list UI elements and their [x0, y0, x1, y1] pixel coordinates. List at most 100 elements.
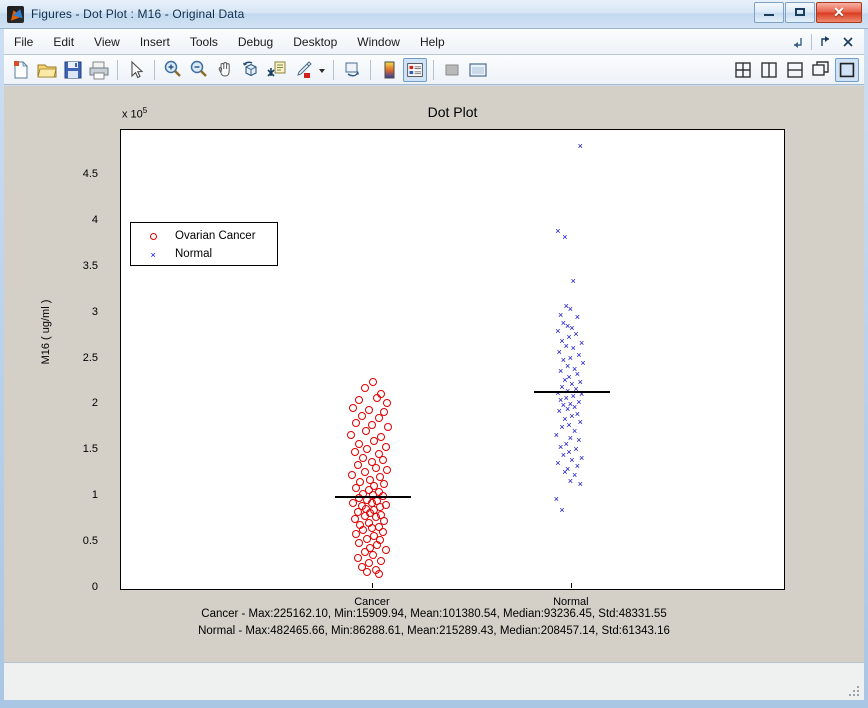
- y-axis-exponent-power: 5: [142, 106, 148, 115]
- save-figure-icon[interactable]: [61, 58, 85, 82]
- float-window-icon[interactable]: [809, 58, 833, 82]
- data-point: [347, 471, 356, 480]
- data-point: ×: [577, 479, 583, 490]
- data-point: [374, 570, 383, 579]
- toolbar-divider: [333, 59, 334, 80]
- zoom-out-icon[interactable]: [187, 58, 211, 82]
- y-tick-label: 4: [91, 213, 98, 226]
- y-tick-label: 3.5: [82, 259, 98, 272]
- legend-x-marker-icon: ×: [150, 250, 156, 260]
- link-plot-icon[interactable]: [340, 58, 364, 82]
- rotate-3d-icon[interactable]: [239, 58, 263, 82]
- median-line: [334, 495, 411, 498]
- menu-help[interactable]: Help: [411, 31, 454, 53]
- menu-file[interactable]: File: [5, 31, 42, 53]
- menu-edit[interactable]: Edit: [44, 31, 83, 53]
- data-point: [349, 498, 358, 507]
- toolbar-divider: [154, 59, 155, 80]
- data-point: [368, 378, 377, 387]
- menu-right-controls: [789, 33, 864, 50]
- print-figure-icon[interactable]: [87, 58, 111, 82]
- maximize-document-icon[interactable]: [835, 57, 859, 82]
- data-point: ×: [577, 141, 583, 152]
- stats-line-cancer: Cancer - Max:225162.10, Min:15909.94, Me…: [201, 608, 667, 620]
- y-axis-label: M16 ( ug/ml ): [40, 299, 52, 365]
- minimize-button[interactable]: [754, 2, 784, 23]
- data-point: [371, 513, 380, 522]
- dock-arrow-icon[interactable]: [789, 34, 805, 50]
- data-point: [352, 529, 361, 538]
- tile-vertical-icon[interactable]: [757, 58, 781, 82]
- y-tick-label: 1.5: [82, 443, 98, 456]
- data-point: [363, 534, 372, 543]
- toolbar-divider: [117, 59, 118, 80]
- close-icon[interactable]: [840, 34, 856, 50]
- median-line: [533, 391, 610, 393]
- figure-window: Figures - Dot Plot : M16 - Original Data…: [0, 0, 868, 708]
- data-point: [377, 432, 386, 441]
- data-point: ×: [570, 276, 576, 287]
- menu-window[interactable]: Window: [348, 31, 409, 53]
- resize-grip-icon[interactable]: [849, 686, 859, 696]
- minimize-icon: [764, 14, 774, 16]
- brush-icon[interactable]: [291, 58, 315, 82]
- tile-horizontal-icon[interactable]: [783, 58, 807, 82]
- data-point: [381, 442, 390, 451]
- open-file-icon[interactable]: [35, 58, 59, 82]
- data-point: [349, 404, 358, 413]
- close-button[interactable]: ✕: [816, 2, 862, 23]
- data-point: [352, 418, 361, 427]
- data-point: [361, 427, 370, 436]
- pan-hand-icon[interactable]: [213, 58, 237, 82]
- maximize-icon: [795, 8, 805, 16]
- data-point: [353, 461, 362, 470]
- data-point: [384, 423, 393, 432]
- menu-insert[interactable]: Insert: [131, 31, 179, 53]
- legend-item-normal: × Normal: [131, 245, 277, 263]
- data-point: ×: [553, 494, 560, 505]
- data-point: ×: [555, 458, 561, 469]
- tile-four-icon[interactable]: [731, 58, 755, 82]
- data-point: ×: [562, 232, 568, 243]
- status-bar: [4, 662, 864, 700]
- data-point: [373, 394, 382, 403]
- data-point: ×: [555, 326, 561, 337]
- plot-legend: Ovarian Cancer × Normal: [130, 222, 278, 266]
- legend-item-cancer: Ovarian Cancer: [131, 227, 277, 245]
- toolbar-layout-group: [730, 57, 860, 82]
- title-bar: Figures - Dot Plot : M16 - Original Data…: [0, 0, 868, 29]
- new-figure-icon[interactable]: [9, 58, 33, 82]
- zoom-in-icon[interactable]: [161, 58, 185, 82]
- colorbar-icon[interactable]: [377, 58, 401, 82]
- maximize-button[interactable]: [785, 2, 815, 23]
- data-point: ×: [560, 449, 567, 460]
- pointer-icon[interactable]: [124, 58, 148, 82]
- data-cursor-icon[interactable]: [265, 58, 289, 82]
- hide-plot-tools-icon[interactable]: [440, 58, 464, 82]
- menu-debug[interactable]: Debug: [229, 31, 282, 53]
- data-point: [359, 453, 368, 462]
- menu-divider: [811, 33, 812, 50]
- window-title: Figures - Dot Plot : M16 - Original Data: [31, 7, 245, 21]
- data-point: [378, 528, 387, 537]
- legend-circle-marker-icon: [131, 227, 175, 245]
- menu-bar: File Edit View Insert Tools Debug Deskto…: [4, 29, 864, 55]
- undock-arrow-icon[interactable]: [818, 34, 834, 50]
- data-point: ×: [576, 435, 582, 446]
- brush-dropdown-arrow-icon[interactable]: [317, 58, 327, 82]
- data-point: ×: [578, 337, 585, 348]
- data-point: [360, 548, 369, 557]
- data-point: ×: [567, 304, 574, 314]
- menu-desktop[interactable]: Desktop: [284, 31, 346, 53]
- data-point: [371, 463, 380, 472]
- show-plot-tools-icon[interactable]: [466, 58, 490, 82]
- data-point: [360, 383, 369, 392]
- data-point: [368, 551, 377, 560]
- menu-tools[interactable]: Tools: [181, 31, 227, 53]
- menu-view[interactable]: View: [85, 31, 129, 53]
- data-point: ×: [553, 429, 560, 440]
- data-point: [346, 430, 355, 439]
- legend-icon[interactable]: [403, 57, 427, 82]
- plot-title: Dot Plot: [427, 104, 478, 120]
- data-point: [378, 455, 387, 464]
